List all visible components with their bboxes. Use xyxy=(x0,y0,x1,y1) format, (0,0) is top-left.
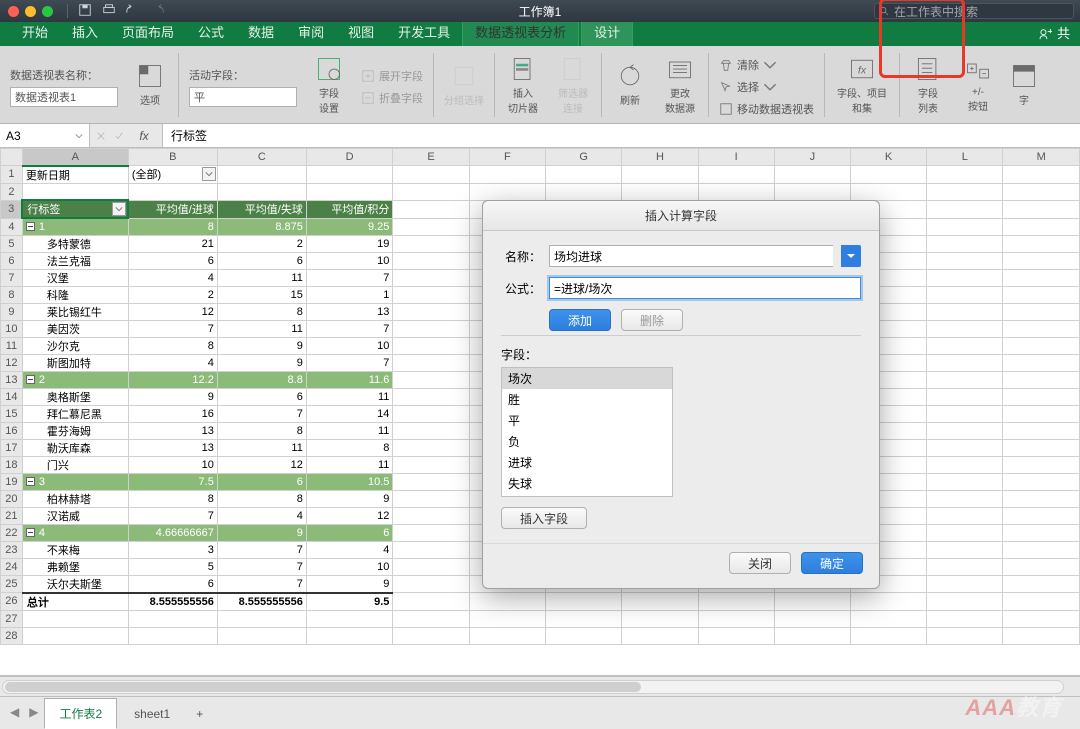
insert-field-button[interactable]: 插入字段 xyxy=(501,507,587,529)
zoom-window-button[interactable] xyxy=(42,6,53,17)
group-select-button: 分组选择 xyxy=(440,60,488,109)
group-pivottable: 数据透视表名称： 数据透视表1 xyxy=(6,63,122,107)
name-label: 名称： xyxy=(501,248,541,265)
watermark: AAA教育 xyxy=(965,690,1062,722)
close-button[interactable]: 关闭 xyxy=(729,552,791,574)
horizontal-scrollbar[interactable] xyxy=(0,676,1080,696)
field-option[interactable]: 胜 xyxy=(502,389,672,410)
formula-label: 公式： xyxy=(501,280,541,297)
tab-view[interactable]: 视图 xyxy=(336,18,386,46)
filter-connect-button: 筛选器 连接 xyxy=(551,53,595,117)
insert-calculated-field-dialog: 插入计算字段 名称： 场均进球 公式： =进球/场次 添加 删除 字段： 场次胜… xyxy=(482,200,880,589)
fields-listbox[interactable]: 场次胜平负进球失球 xyxy=(501,367,673,497)
fields-label: 字段： xyxy=(501,346,861,363)
name-box[interactable]: A3 xyxy=(0,124,90,147)
sheet-nav-next[interactable]: ▶ xyxy=(25,701,42,723)
field-list-button[interactable]: 字段 列表 xyxy=(906,53,950,117)
close-window-button[interactable] xyxy=(8,6,19,17)
field-option[interactable]: 平 xyxy=(502,410,672,431)
tab-formulas[interactable]: 公式 xyxy=(186,18,236,46)
active-field-label: 活动字段： xyxy=(189,67,244,83)
change-source-button[interactable]: 更改 数据源 xyxy=(658,53,702,117)
sheet-tab-1[interactable]: sheet1 xyxy=(119,700,185,728)
undo-icon[interactable] xyxy=(126,3,140,20)
refresh-button[interactable]: 刷新 xyxy=(608,60,652,109)
insert-slicer-button[interactable]: 插入 切片器 xyxy=(501,53,545,117)
ok-button[interactable]: 确定 xyxy=(801,552,863,574)
pivot-name-label: 数据透视表名称： xyxy=(10,67,98,83)
pivot-name-input[interactable]: 数据透视表1 xyxy=(10,87,118,107)
field-option[interactable]: 进球 xyxy=(502,452,672,473)
tab-insert[interactable]: 插入 xyxy=(60,18,110,46)
expand-field-button[interactable]: 展开字段 xyxy=(361,67,423,85)
fields-items-sets-button[interactable]: fx字段、项目 和集 xyxy=(831,53,893,117)
search-input[interactable]: 在工作表中搜索 xyxy=(874,3,1074,19)
select-button[interactable]: 选择 xyxy=(719,78,777,96)
name-input[interactable]: 场均进球 xyxy=(549,245,833,267)
plusminus-button[interactable]: +/- 按钮 xyxy=(956,55,1000,115)
search-placeholder: 在工作表中搜索 xyxy=(894,3,978,20)
print-icon[interactable] xyxy=(102,3,116,20)
sheet-tabs: ◀ ▶ 工作表2 sheet1 + xyxy=(0,696,1080,726)
name-dropdown-button[interactable] xyxy=(841,245,861,267)
tab-home[interactable]: 开始 xyxy=(10,18,60,46)
active-field-input[interactable]: 平 xyxy=(189,87,297,107)
window-title: 工作簿1 xyxy=(519,3,562,20)
minimize-window-button[interactable] xyxy=(25,6,36,17)
group-active-field: 活动字段： 平 xyxy=(185,63,301,107)
collapse-field-button[interactable]: 折叠字段 xyxy=(361,89,423,107)
formula-field[interactable]: =进球/场次 xyxy=(549,277,861,299)
redo-icon[interactable] xyxy=(150,3,164,20)
add-button[interactable]: 添加 xyxy=(549,309,611,331)
dialog-title: 插入计算字段 xyxy=(483,201,879,231)
formula-input[interactable]: 行标签 xyxy=(163,124,1080,147)
options-button[interactable]: 选项 xyxy=(128,60,172,109)
sheet-tab-0[interactable]: 工作表2 xyxy=(44,698,117,729)
sheet-nav-prev[interactable]: ◀ xyxy=(6,701,23,723)
svg-text:fx: fx xyxy=(858,64,867,76)
ribbon: 数据透视表名称： 数据透视表1 选项 活动字段： 平 字段 设置 展开字段 折叠… xyxy=(0,46,1080,124)
tab-data[interactable]: 数据 xyxy=(236,18,286,46)
tab-review[interactable]: 审阅 xyxy=(286,18,336,46)
search-icon xyxy=(879,6,890,17)
fx-button[interactable]: fx xyxy=(132,129,156,143)
ribbon-tabs: 开始 插入 页面布局 公式 数据 审阅 视图 开发工具 数据透视表分析 设计 共 xyxy=(0,22,1080,46)
field-option[interactable]: 负 xyxy=(502,431,672,452)
enter-icon[interactable] xyxy=(114,131,124,141)
move-pivot-button[interactable]: 移动数据透视表 xyxy=(719,100,814,118)
field-option[interactable]: 场次 xyxy=(502,368,672,389)
field-settings-button[interactable]: 字段 设置 xyxy=(307,53,351,117)
titlebar: 工作簿1 在工作表中搜索 xyxy=(0,0,1080,22)
save-icon[interactable] xyxy=(78,3,92,20)
delete-button[interactable]: 删除 xyxy=(621,309,683,331)
cancel-icon[interactable] xyxy=(96,131,106,141)
clear-button[interactable]: 清除 xyxy=(719,56,777,74)
tab-developer[interactable]: 开发工具 xyxy=(386,18,462,46)
formula-bar: A3 fx 行标签 xyxy=(0,124,1080,148)
share-button[interactable]: 共 xyxy=(1029,19,1080,46)
field-headers-button[interactable]: 字 xyxy=(1006,60,1042,109)
tab-pagelayout[interactable]: 页面布局 xyxy=(110,18,186,46)
field-option[interactable]: 失球 xyxy=(502,473,672,494)
add-sheet-button[interactable]: + xyxy=(187,700,212,728)
